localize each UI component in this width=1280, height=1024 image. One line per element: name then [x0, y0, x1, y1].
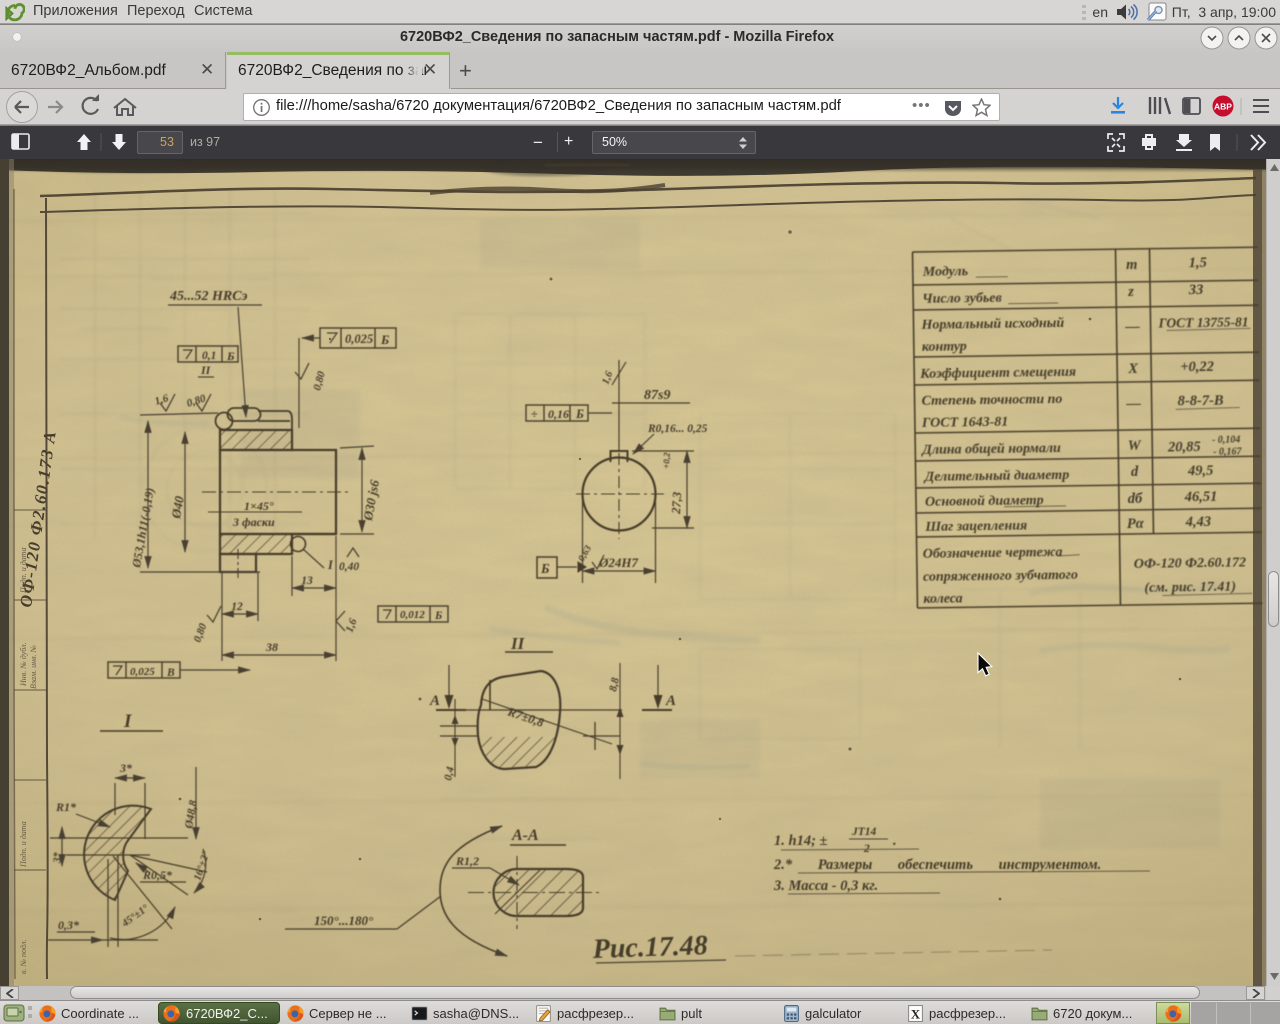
svg-text:45...52 HRCэ: 45...52 HRCэ	[169, 289, 248, 304]
svg-text:d: d	[1131, 464, 1139, 480]
svg-text:3 фаски: 3 фаски	[232, 515, 275, 529]
svg-text:ОФ-120 Ф2.60.172: ОФ-120 Ф2.60.172	[1134, 555, 1246, 572]
svg-text:38: 38	[265, 640, 278, 654]
svg-text:R0,5*: R0,5*	[142, 868, 173, 882]
svg-text:87s9: 87s9	[644, 388, 670, 403]
svg-text:.: .	[893, 833, 897, 849]
svg-text:Б: Б	[226, 349, 235, 363]
svg-text:20,85: 20,85	[1167, 439, 1201, 455]
svg-text:3*: 3*	[119, 761, 133, 775]
svg-text:0,40: 0,40	[339, 561, 359, 573]
svg-text:Б: Б	[540, 561, 550, 576]
svg-text:Коэффициент смещения: Коэффициент смещения	[919, 365, 1076, 382]
svg-text:3*: 3*	[52, 851, 64, 864]
svg-text:4,43: 4,43	[1185, 514, 1212, 530]
svg-text:I: I	[123, 711, 132, 732]
svg-text:dб: dб	[1128, 491, 1143, 507]
svg-text:33: 33	[1188, 282, 1204, 298]
svg-text:1×45°: 1×45°	[244, 499, 274, 513]
svg-text:- 0,104: - 0,104	[1212, 434, 1240, 445]
svg-text:ГОСТ 13755-81: ГОСТ 13755-81	[1157, 314, 1248, 330]
svg-text:R0,16... 0,25: R0,16... 0,25	[647, 423, 708, 435]
svg-text:1,5: 1,5	[1189, 255, 1207, 271]
svg-text:В: В	[166, 667, 175, 679]
svg-text:Число зубьев: Число зубьев	[922, 291, 1003, 307]
svg-text:R1,2: R1,2	[455, 854, 479, 868]
svg-text:2.* Размеры обеспечить инструм: 2.* Размеры обеспечить инструментом.	[773, 857, 1101, 873]
svg-text:Длина общей нормали: Длина общей нормали	[920, 441, 1061, 458]
svg-text:Модуль: Модуль	[922, 264, 968, 280]
svg-text:+0,2: +0,2	[661, 452, 672, 469]
svg-text:JT14: JT14	[851, 826, 877, 838]
svg-text:Б: Б	[380, 332, 389, 347]
svg-text:- 0,167: - 0,167	[1213, 446, 1242, 457]
svg-text:12: 12	[231, 601, 243, 613]
svg-text:сопряженного зубчатого: сопряженного зубчатого	[923, 568, 1078, 585]
svg-text:0,025: 0,025	[345, 332, 373, 346]
svg-text:0,012: 0,012	[400, 609, 425, 621]
svg-text:W: W	[1128, 438, 1142, 454]
svg-text:0,16: 0,16	[548, 407, 569, 421]
svg-text:А-А: А-А	[511, 827, 539, 844]
svg-text:ГОСТ 1643-81: ГОСТ 1643-81	[921, 415, 1009, 431]
svg-text:Подп. и дата: Подп. и дата	[19, 547, 28, 594]
svg-text:3. Масса - 0,3 кг.: 3. Масса - 0,3 кг.	[773, 878, 878, 894]
svg-text:А: А	[429, 693, 440, 709]
svg-text:Pα: Pα	[1127, 516, 1145, 532]
svg-text:ABP: ABP	[1214, 102, 1232, 112]
svg-text:колеса: колеса	[923, 591, 962, 607]
svg-text:13: 13	[301, 575, 313, 587]
svg-text:X: X	[911, 1007, 921, 1021]
svg-text:÷: ÷	[531, 407, 538, 421]
svg-text:27,3: 27,3	[669, 492, 684, 516]
svg-text:Шаг зацепления: Шаг зацепления	[924, 518, 1027, 534]
svg-text:0,025: 0,025	[130, 666, 155, 678]
svg-text:8-8-7-В: 8-8-7-В	[1178, 393, 1224, 410]
svg-text:А: А	[665, 693, 676, 709]
svg-text:II: II	[510, 634, 526, 653]
svg-text:—: —	[1124, 319, 1140, 335]
svg-text:Нормальный исходный: Нормальный исходный	[920, 316, 1064, 333]
svg-text:Основной диаметр: Основной диаметр	[925, 493, 1044, 510]
svg-text:m: m	[1126, 257, 1138, 273]
svg-text:0,3*: 0,3*	[58, 918, 80, 932]
svg-text:Рис.17.48: Рис.17.48	[591, 930, 708, 965]
svg-text:Подп. и дата: Подп. и дата	[19, 821, 28, 868]
svg-text:+0,22: +0,22	[1180, 359, 1214, 375]
svg-text:Делительный диаметр: Делительный диаметр	[923, 468, 1070, 485]
svg-text:46,51: 46,51	[1184, 489, 1218, 505]
svg-text:Инв. № дубл.: Инв. № дубл.	[19, 642, 28, 687]
svg-text:в. № подл.: в. № подл.	[19, 940, 28, 974]
svg-text:1. h14; ±: 1. h14; ±	[774, 833, 828, 849]
svg-text:Б: Б	[434, 610, 442, 622]
svg-text:Взам. инв. №: Взам. инв. №	[29, 644, 38, 689]
svg-text:—: —	[1125, 396, 1141, 412]
svg-text:Ø24Н7: Ø24Н7	[598, 555, 639, 570]
svg-text:Степень точности по: Степень точности по	[921, 392, 1062, 409]
svg-text:контур: контур	[922, 339, 967, 355]
svg-text:49,5: 49,5	[1187, 463, 1214, 479]
svg-text:Обозначение чертежа: Обозначение чертежа	[923, 545, 1063, 562]
svg-text:0,1: 0,1	[202, 350, 216, 362]
svg-text:II: II	[200, 363, 212, 377]
svg-text:Б: Б	[575, 407, 584, 421]
svg-text:X: X	[1127, 361, 1138, 377]
svg-text:150°...180°: 150°...180°	[314, 913, 374, 928]
svg-text:R1*: R1*	[55, 800, 77, 814]
svg-text:(см. рис. 17.41): (см. рис. 17.41)	[1144, 580, 1236, 596]
svg-text:z: z	[1127, 284, 1134, 300]
